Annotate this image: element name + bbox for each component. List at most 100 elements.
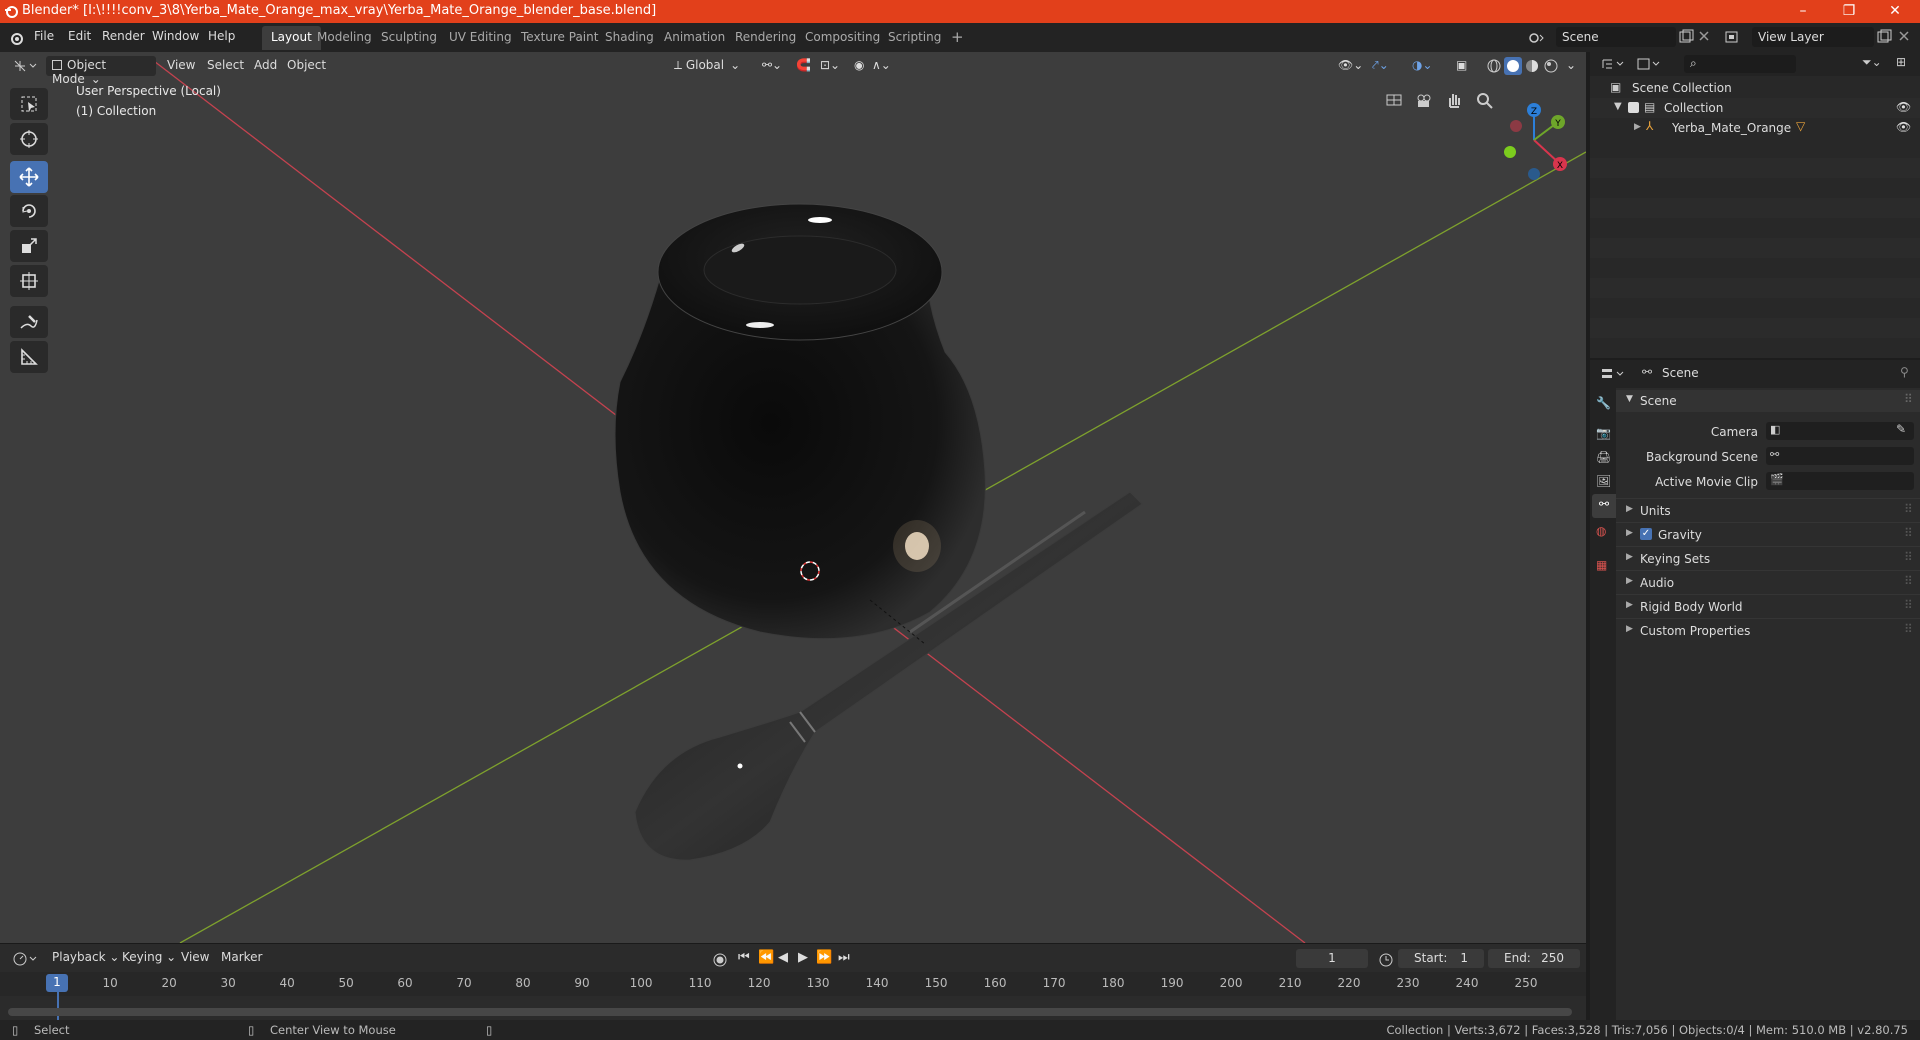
play-reverse-icon[interactable]: ◀ (778, 950, 788, 965)
timeline-view-menu[interactable]: View (181, 950, 209, 964)
menu-object[interactable]: Object (281, 56, 332, 76)
xray-icon[interactable]: ▣ (1450, 56, 1473, 76)
transform-tool[interactable] (10, 265, 48, 297)
rigid-body-world-panel-header[interactable]: ▶ Rigid Body World ⠿ (1616, 596, 1920, 618)
next-keyframe-icon[interactable]: ⏩ (816, 950, 832, 965)
tab-modeling[interactable]: Modeling (308, 26, 381, 50)
pan-hand-icon[interactable] (1444, 90, 1464, 110)
shading-options-chevron-icon[interactable]: ⌄ (1560, 56, 1582, 76)
audio-panel-header[interactable]: ▶ Audio ⠿ (1616, 572, 1920, 594)
movie-clip-field[interactable]: 🎬 (1766, 472, 1914, 490)
camera-view-icon[interactable] (1414, 90, 1434, 110)
play-icon[interactable]: ▶ (798, 950, 808, 965)
menu-help[interactable]: Help (208, 29, 235, 43)
drag-handle-icon[interactable]: ⠿ (1904, 392, 1913, 406)
snap-target-icon[interactable]: ⊡⌄ (814, 56, 846, 76)
menu-select[interactable]: Select (201, 56, 250, 76)
mesh-data-icon[interactable]: ▽ (1796, 119, 1805, 133)
start-frame-field[interactable]: Start: 1 (1398, 949, 1484, 968)
display-mode-icon[interactable] (1636, 56, 1662, 72)
scale-tool[interactable] (10, 230, 48, 262)
select-box-tool[interactable] (10, 88, 48, 120)
cursor-tool[interactable] (10, 123, 48, 155)
outliner-row-object[interactable]: ▶ ⅄ Yerba_Mate_Orange ▽ 👁 (1590, 118, 1920, 138)
expand-object-icon[interactable]: ▶ (1634, 122, 1641, 132)
drag-handle-icon[interactable]: ⠿ (1904, 550, 1913, 564)
tab-tool-icon[interactable]: 🔧 (1596, 396, 1611, 410)
tab-texture-paint[interactable]: Texture Paint (512, 26, 607, 50)
keying-menu[interactable]: Keying ⌄ (122, 950, 176, 964)
tab-texture-icon[interactable]: ▦ (1596, 558, 1607, 572)
outliner-row-scene-collection[interactable]: ▣ Scene Collection (1590, 78, 1920, 98)
prev-keyframe-icon[interactable]: ⏪ (758, 950, 774, 965)
drag-handle-icon[interactable]: ⠿ (1904, 502, 1913, 516)
expand-collection-icon[interactable]: ▼ (1614, 101, 1622, 112)
rotate-tool[interactable] (10, 195, 48, 227)
menu-file[interactable]: File (34, 29, 54, 43)
tab-sculpting[interactable]: Sculpting (372, 26, 446, 50)
playback-menu[interactable]: Playback ⌄ (52, 950, 119, 964)
tab-view-layer-icon[interactable]: 🖼 (1596, 474, 1611, 488)
menu-render[interactable]: Render (102, 29, 145, 43)
timeline-editor-type-icon[interactable] (12, 951, 38, 967)
falloff-icon[interactable]: ∧⌄ (866, 56, 897, 76)
custom-properties-panel-header[interactable]: ▶ Custom Properties ⠿ (1616, 620, 1920, 642)
eye-icon[interactable]: 👁 (1896, 120, 1911, 134)
properties-editor-type-icon[interactable] (1600, 366, 1626, 382)
tab-uv-editing[interactable]: UV Editing (440, 26, 521, 50)
minimize-button[interactable]: – (1780, 0, 1826, 23)
view-layer-browse-icon[interactable] (1724, 29, 1742, 45)
solid-shading-icon[interactable] (1504, 57, 1522, 75)
playhead[interactable]: 1 (46, 974, 68, 992)
add-workspace-button[interactable]: + (942, 24, 973, 48)
zoom-icon[interactable] (1474, 90, 1494, 110)
jump-start-icon[interactable]: ⏮ (738, 950, 750, 965)
menu-window[interactable]: Window (152, 29, 199, 43)
rendered-shading-icon[interactable] (1543, 58, 1559, 74)
scene-name-field[interactable]: Scene (1556, 27, 1676, 47)
close-window-button[interactable]: ✕ (1872, 0, 1918, 23)
drag-handle-icon[interactable]: ⠿ (1904, 622, 1913, 636)
orientation-dropdown[interactable]: ⟂ Global ⌄ (668, 56, 748, 76)
visibility-icon[interactable]: 👁⌄ (1332, 56, 1369, 76)
tab-render-icon[interactable]: 📷 (1596, 426, 1611, 440)
tab-scripting[interactable]: Scripting (879, 26, 950, 50)
menu-add[interactable]: Add (248, 56, 283, 76)
tab-rendering[interactable]: Rendering (726, 26, 805, 50)
gravity-panel-header[interactable]: ▶ ✓ Gravity ⠿ (1616, 524, 1920, 546)
restore-button[interactable]: ❐ (1826, 0, 1872, 23)
keying-sets-panel-header[interactable]: ▶ Keying Sets ⠿ (1616, 548, 1920, 570)
tab-compositing[interactable]: Compositing (796, 26, 889, 50)
outliner-row-collection[interactable]: ▼ ▤ Collection 👁 (1590, 98, 1920, 118)
drag-handle-icon[interactable]: ⠿ (1904, 598, 1913, 612)
new-collection-icon[interactable]: ⊞ (1896, 55, 1906, 69)
menu-edit[interactable]: Edit (68, 29, 91, 43)
drag-handle-icon[interactable]: ⠿ (1904, 574, 1913, 588)
new-view-layer-icon[interactable] (1876, 29, 1892, 45)
view-layer-field[interactable]: View Layer (1752, 27, 1874, 47)
tab-scene-icon[interactable]: ⚯ (1592, 494, 1616, 518)
camera-field[interactable]: ◧ ✎ (1766, 422, 1914, 440)
delete-view-layer-icon[interactable] (1898, 30, 1910, 42)
wireframe-shading-icon[interactable] (1486, 58, 1502, 74)
drag-handle-icon[interactable]: ⠿ (1904, 526, 1913, 540)
units-panel-header[interactable]: ▶ Units ⠿ (1616, 500, 1920, 522)
outliner-editor-type-icon[interactable] (1600, 56, 1626, 72)
annotate-tool[interactable] (10, 306, 48, 338)
scene-panel-header[interactable]: ▼ Scene ⠿ (1616, 390, 1920, 412)
pin-icon[interactable]: ⚲ (1900, 365, 1909, 379)
gizmo-toggle-icon[interactable]: ⤤⌄ (1366, 56, 1395, 76)
eye-icon[interactable]: 👁 (1896, 100, 1911, 114)
background-scene-field[interactable]: ⚯ (1766, 447, 1914, 465)
blender-menu-icon[interactable] (8, 30, 24, 46)
tab-animation[interactable]: Animation (655, 26, 734, 50)
current-frame-field[interactable]: 1 (1296, 949, 1368, 968)
collection-checkbox[interactable] (1628, 102, 1639, 113)
tab-shading[interactable]: Shading (596, 26, 663, 50)
marker-menu[interactable]: Marker (221, 950, 262, 964)
move-tool[interactable] (10, 161, 48, 193)
mode-dropdown[interactable]: Object Mode ⌄ (46, 56, 156, 86)
toggle-camera-view-icon[interactable] (1384, 90, 1404, 110)
scene-browse-icon[interactable] (1528, 29, 1546, 45)
timeline-scrollbar[interactable] (8, 1008, 1572, 1016)
